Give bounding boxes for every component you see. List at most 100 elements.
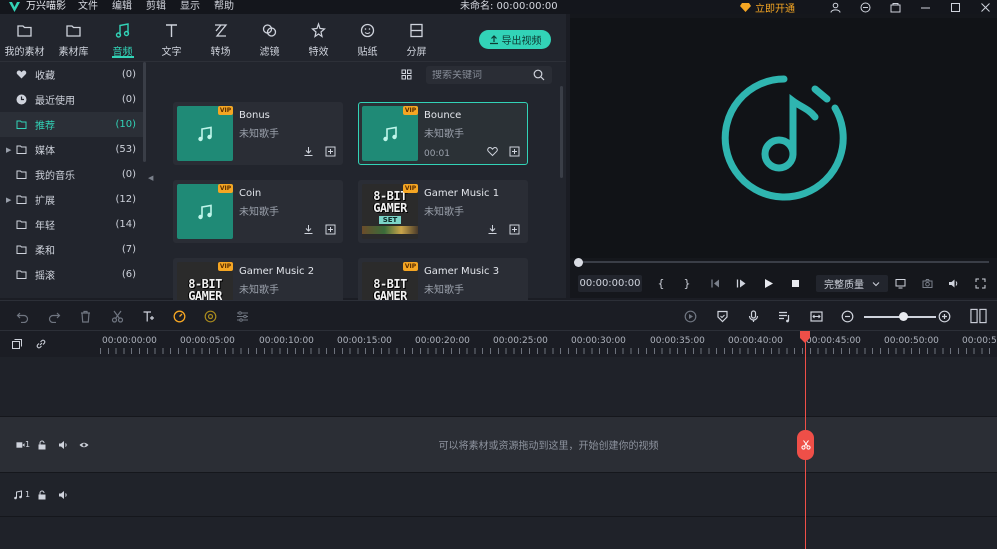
ruler-tick-label: 00:00:10:00 bbox=[259, 336, 314, 346]
timecode-display[interactable]: 00:00:00:00 bbox=[578, 275, 642, 292]
text-tool-icon[interactable] bbox=[141, 309, 155, 323]
mute-speaker-icon[interactable] bbox=[57, 440, 68, 450]
lock-icon[interactable] bbox=[36, 490, 47, 500]
audio-card-gamer-music-1[interactable]: 8-BIT GAMER SET VIP Gamer Music 1 未知歌手 bbox=[358, 180, 528, 243]
search-input[interactable] bbox=[432, 69, 530, 81]
eye-visibility-icon[interactable] bbox=[78, 440, 89, 450]
preview-progress-bar[interactable] bbox=[578, 261, 989, 263]
render-preview-icon[interactable] bbox=[683, 309, 697, 323]
marker-shield-icon[interactable] bbox=[715, 309, 729, 323]
tab-audio[interactable]: 音频 bbox=[98, 14, 147, 62]
zoom-in-icon[interactable] bbox=[937, 309, 951, 323]
tab-effects[interactable]: 特效 bbox=[294, 14, 343, 62]
microphone-icon[interactable] bbox=[746, 309, 760, 323]
download-icon[interactable] bbox=[486, 223, 498, 235]
tab-transition[interactable]: 转场 bbox=[196, 14, 245, 62]
tab-split-screen[interactable]: 分屏 bbox=[392, 14, 441, 62]
color-correction-icon[interactable] bbox=[203, 309, 217, 323]
vip-open-button[interactable]: 立即开通 bbox=[740, 0, 795, 15]
maximize-icon[interactable] bbox=[949, 1, 961, 13]
add-to-timeline-icon[interactable] bbox=[324, 223, 336, 235]
grid-view-icon[interactable] bbox=[401, 69, 412, 80]
sidebar-item-recommended[interactable]: 推荐 (10) bbox=[0, 112, 146, 137]
mark-out-button[interactable]: } bbox=[680, 276, 694, 290]
timeline-ruler[interactable]: 00:00:00:00 00:00:05:00 00:00:10:00 00:0… bbox=[100, 331, 997, 357]
ruler-tick-label: 00:00:35:00 bbox=[650, 336, 705, 346]
previous-frame-icon[interactable] bbox=[708, 276, 722, 290]
minimize-icon[interactable] bbox=[919, 1, 931, 13]
lock-icon[interactable] bbox=[36, 440, 47, 450]
account-icon[interactable] bbox=[829, 1, 841, 13]
audio-mixer-icon[interactable] bbox=[777, 309, 791, 323]
menu-file[interactable]: 文件 bbox=[78, 0, 98, 14]
track-lane[interactable] bbox=[100, 357, 997, 417]
link-icon[interactable] bbox=[35, 339, 46, 349]
fit-timeline-icon[interactable] bbox=[809, 309, 823, 323]
quality-select[interactable]: 完整质量 bbox=[816, 275, 888, 292]
volume-icon[interactable] bbox=[946, 276, 960, 290]
add-to-timeline-icon[interactable] bbox=[508, 223, 520, 235]
redo-icon[interactable] bbox=[47, 309, 61, 323]
mark-in-button[interactable]: { bbox=[654, 276, 668, 290]
sidebar-item-recent[interactable]: 最近使用 (0) bbox=[0, 87, 146, 112]
audio-card-bounce[interactable]: VIP Bounce 未知歌手 00:01 bbox=[358, 102, 528, 165]
favorite-heart-icon[interactable] bbox=[486, 145, 498, 157]
sidebar-item-rock[interactable]: 摇滚 (6) bbox=[0, 262, 146, 287]
expand-arrow-icon[interactable]: ▶ bbox=[6, 196, 11, 204]
tab-filter[interactable]: 滤镜 bbox=[245, 14, 294, 62]
store-icon[interactable] bbox=[889, 1, 901, 13]
zoom-out-icon[interactable] bbox=[840, 309, 854, 323]
scissors-icon[interactable] bbox=[110, 309, 124, 323]
menu-help[interactable]: 帮助 bbox=[214, 0, 234, 14]
undo-icon[interactable] bbox=[15, 309, 29, 323]
audio-card-coin[interactable]: VIP Coin 未知歌手 bbox=[173, 180, 343, 243]
track-lane[interactable] bbox=[100, 517, 997, 549]
expand-arrow-icon[interactable]: ▶ bbox=[6, 146, 11, 154]
menu-clip[interactable]: 剪辑 bbox=[146, 0, 166, 14]
playhead-split-button[interactable] bbox=[797, 430, 814, 460]
content-scrollbar[interactable] bbox=[560, 86, 563, 178]
close-icon[interactable] bbox=[979, 1, 991, 13]
sidebar-item-extension[interactable]: ▶ 扩展 (12) bbox=[0, 187, 146, 212]
delete-icon[interactable] bbox=[78, 309, 92, 323]
menu-edit[interactable]: 编辑 bbox=[112, 0, 132, 14]
sidebar-item-soft[interactable]: 柔和 (7) bbox=[0, 237, 146, 262]
tab-sticker[interactable]: 贴纸 bbox=[343, 14, 392, 62]
sidebar-item-media[interactable]: ▶ 媒体 (53) bbox=[0, 137, 146, 162]
tab-my-media[interactable]: 我的素材 bbox=[0, 14, 49, 62]
stop-icon[interactable] bbox=[788, 276, 802, 290]
category-sidebar: 收藏 (0) 最近使用 (0) 推荐 (10) ▶ 媒体 (53) 我的音乐 (… bbox=[0, 62, 146, 298]
sidebar-item-young[interactable]: 年轻 (14) bbox=[0, 212, 146, 237]
sidebar-scrollbar[interactable] bbox=[143, 62, 146, 162]
sidebar-item-favorites[interactable]: 收藏 (0) bbox=[0, 62, 146, 87]
add-track-icon[interactable] bbox=[11, 339, 22, 349]
tab-text[interactable]: 文字 bbox=[147, 14, 196, 62]
add-to-timeline-icon[interactable] bbox=[508, 145, 520, 157]
play-icon[interactable] bbox=[761, 276, 775, 290]
add-to-timeline-icon[interactable] bbox=[324, 145, 336, 157]
zoom-slider-handle[interactable] bbox=[899, 312, 908, 321]
sidebar-item-my-music[interactable]: 我的音乐 (0) bbox=[0, 162, 146, 187]
export-video-button[interactable]: 导出视频 bbox=[479, 30, 551, 49]
search-icon[interactable] bbox=[533, 69, 545, 81]
message-icon[interactable] bbox=[859, 1, 871, 13]
audio-track-lane[interactable] bbox=[100, 473, 997, 517]
play-pause-toggle-icon[interactable] bbox=[734, 276, 748, 290]
vip-badge: VIP bbox=[403, 184, 418, 193]
collapse-sidebar-icon[interactable]: ◀ bbox=[148, 174, 153, 182]
speed-icon[interactable] bbox=[172, 309, 186, 323]
menu-view[interactable]: 显示 bbox=[180, 0, 200, 14]
adjust-sliders-icon[interactable] bbox=[235, 309, 249, 323]
display-settings-icon[interactable] bbox=[893, 276, 907, 290]
fullscreen-icon[interactable] bbox=[973, 276, 987, 290]
download-icon[interactable] bbox=[302, 145, 314, 157]
mute-speaker-icon[interactable] bbox=[57, 490, 68, 500]
playhead-handle-icon[interactable] bbox=[799, 331, 811, 343]
audio-card-bonus[interactable]: VIP Bonus 未知歌手 bbox=[173, 102, 343, 165]
download-icon[interactable] bbox=[302, 223, 314, 235]
preview-progress-handle[interactable] bbox=[574, 258, 583, 267]
tab-library[interactable]: 素材库 bbox=[49, 14, 98, 62]
layout-toggle-icon[interactable] bbox=[969, 308, 987, 324]
video-track-lane[interactable]: 可以将素材或资源拖动到这里，开始创建你的视频 bbox=[100, 417, 997, 473]
snapshot-camera-icon[interactable] bbox=[920, 276, 934, 290]
